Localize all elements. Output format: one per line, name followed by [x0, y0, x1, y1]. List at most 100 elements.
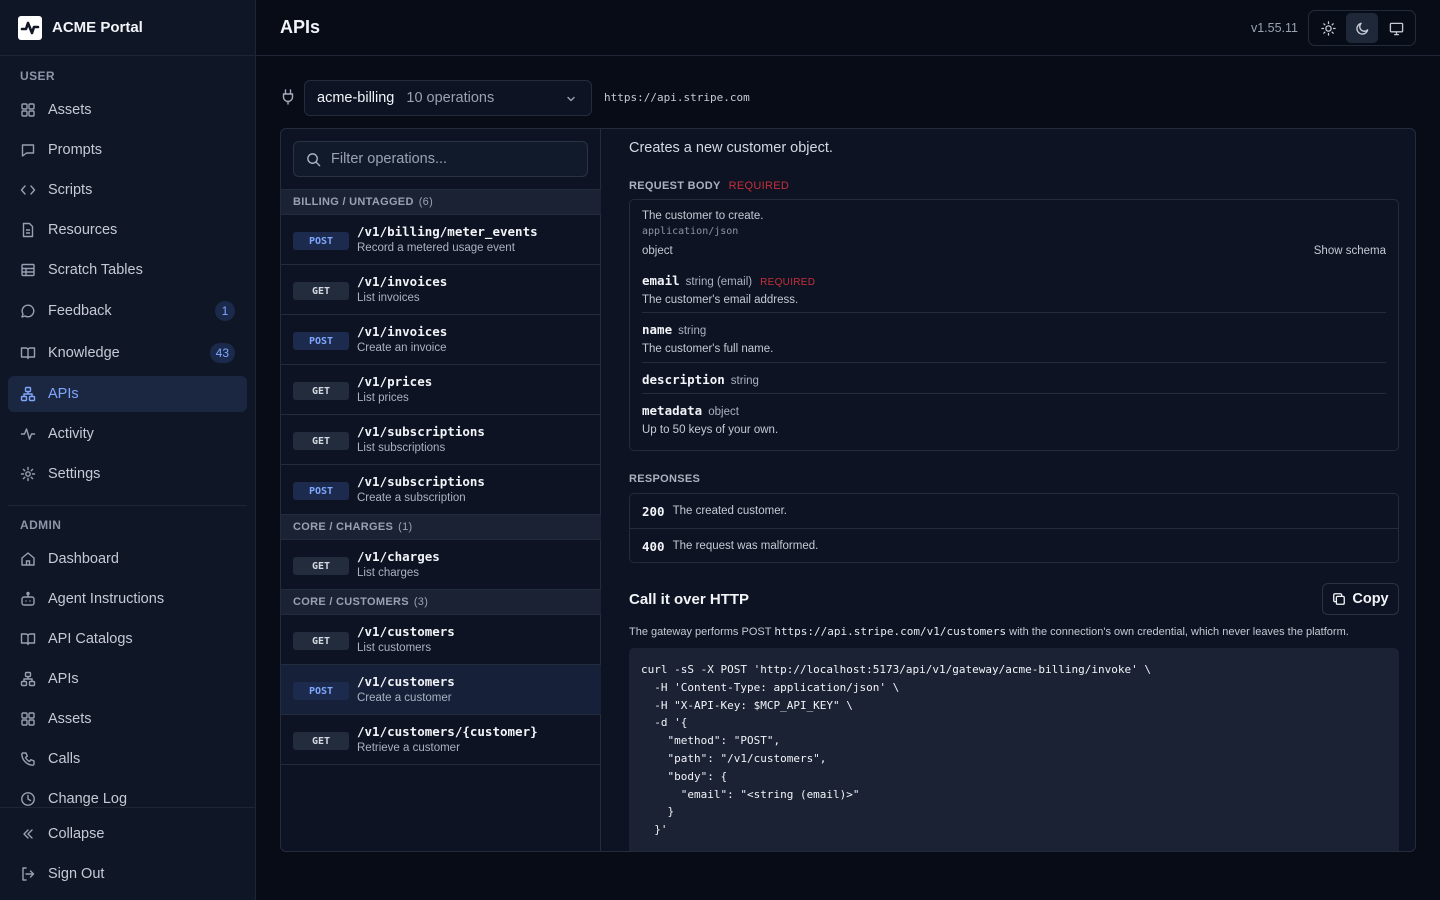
field-metadata: metadata object Up to 50 keys of your own… [642, 402, 1386, 436]
operation-row[interactable]: GET /v1/subscriptions List subscriptions [281, 415, 601, 465]
field-description: description string [642, 371, 1386, 389]
sidebar-item-scratch-tables[interactable]: Scratch Tables [8, 252, 247, 288]
curl-command: curl -sS -X POST 'http://localhost:5173/… [641, 663, 1151, 837]
sign-out-label: Sign Out [48, 866, 105, 882]
operation-row[interactable]: GET /v1/charges List charges [281, 540, 601, 590]
copy-button[interactable]: Copy [1322, 583, 1399, 615]
sun-icon [1320, 20, 1336, 36]
operation-row[interactable]: POST /v1/subscriptions Create a subscrip… [281, 465, 601, 515]
bot-icon [21, 591, 35, 606]
curl-code-block[interactable]: curl -sS -X POST 'http://localhost:5173/… [629, 648, 1399, 851]
operation-path: /v1/customers/{customer} [357, 724, 538, 739]
field-type: string (email) [685, 276, 753, 288]
sidebar-item-feedback[interactable]: Feedback 1 [8, 293, 247, 329]
method-badge: GET [293, 382, 349, 400]
sidebar-item-dashboard[interactable]: Dashboard [8, 541, 247, 577]
response-desc: The request was malformed. [672, 540, 819, 552]
sidebar-item-label: API Catalogs [48, 631, 133, 647]
message-icon [21, 144, 35, 157]
sidebar-item-label: Knowledge [48, 345, 120, 361]
sidebar-item-label: Prompts [48, 142, 102, 158]
field-name: metadata [642, 403, 703, 418]
operation-detail: Creates a new customer object. REQUEST B… [601, 129, 1415, 851]
base-url: https://api.stripe.com [604, 91, 750, 104]
sidebar-item-api-catalogs[interactable]: API Catalogs [8, 621, 247, 657]
operation-row[interactable]: GET /v1/invoices List invoices [281, 265, 601, 315]
brand[interactable]: ACME Portal [0, 0, 255, 56]
field-separator [642, 393, 1386, 394]
sidebar-item-settings[interactable]: Settings [8, 456, 247, 492]
method-badge: POST [293, 232, 349, 250]
show-schema-button[interactable]: Show schema [1314, 245, 1386, 257]
content-type: application/json [642, 226, 739, 237]
sidebar-item-resources[interactable]: Resources [8, 212, 247, 248]
collapse-button[interactable]: Collapse [8, 816, 247, 852]
group-header-charges[interactable]: CORE / CHARGES (1) [281, 514, 601, 540]
field-separator [642, 312, 1386, 313]
brand-name: ACME Portal [52, 19, 143, 36]
copy-icon [1333, 593, 1346, 605]
operation-row-selected[interactable]: POST /v1/customers Create a customer [281, 665, 601, 715]
system-theme-button[interactable] [1380, 13, 1412, 43]
api-select[interactable]: acme-billing 10 operations [304, 80, 592, 116]
light-theme-button[interactable] [1312, 13, 1344, 43]
operation-desc: List subscriptions [357, 442, 446, 454]
sidebar-item-apis[interactable]: APIs [8, 376, 247, 412]
http-section-title: Call it over HTTP [629, 591, 750, 608]
gear-icon [20, 466, 36, 482]
sidebar-item-assets[interactable]: Assets [8, 92, 247, 128]
sidebar-item-label: Scripts [48, 182, 93, 198]
network-icon [20, 386, 36, 402]
sidebar-item-label: Feedback [48, 303, 112, 319]
sidebar-item-label: Activity [48, 426, 94, 442]
sidebar-item-agent-instructions[interactable]: Agent Instructions [8, 581, 247, 617]
chat-icon [21, 304, 35, 318]
sidebar-item-prompts[interactable]: Prompts [8, 132, 247, 168]
sidebar-item-activity[interactable]: Activity [8, 416, 247, 452]
network-icon [20, 671, 36, 687]
operation-row[interactable]: GET /v1/customers List customers [281, 615, 601, 665]
sidebar-item-admin-apis[interactable]: APIs [8, 661, 247, 697]
group-count: (3) [413, 596, 429, 608]
method-badge: GET [293, 632, 349, 650]
version-label: v1.55.11 [1250, 20, 1298, 35]
copy-label: Copy [1352, 591, 1389, 607]
book-icon [20, 347, 36, 360]
feedback-count-badge: 1 [215, 301, 235, 321]
grid-icon [21, 103, 35, 117]
sidebar-item-label: Agent Instructions [48, 591, 165, 607]
operation-desc: List customers [357, 642, 432, 654]
method-badge: GET [293, 432, 349, 450]
operation-desc: Retrieve a customer [357, 742, 460, 754]
group-header-customers[interactable]: CORE / CUSTOMERS (3) [281, 589, 601, 615]
sidebar-item-scripts[interactable]: Scripts [8, 172, 247, 208]
sidebar-item-label: APIs [48, 671, 79, 687]
operation-path: /v1/customers [357, 674, 455, 689]
filter-box[interactable] [293, 141, 588, 177]
body-description: The customer to create. [642, 210, 764, 222]
plug-icon [282, 89, 294, 105]
field-name: description [642, 372, 725, 387]
operation-row[interactable]: GET /v1/prices List prices [281, 365, 601, 415]
gateway-note: The gateway performs POST https://api.st… [629, 625, 1349, 638]
responses-list: 200 The created customer. 400 The request … [629, 493, 1399, 563]
sign-out-button[interactable]: Sign Out [8, 856, 247, 892]
operation-path: /v1/invoices [357, 324, 448, 339]
chevron-down-icon [567, 96, 575, 102]
api-select-count: 10 operations [406, 90, 495, 106]
sidebar-item-admin-assets[interactable]: Assets [8, 701, 247, 737]
group-header-billing[interactable]: BILLING / UNTAGGED (6) [281, 189, 601, 215]
filter-operations-input[interactable] [331, 151, 571, 167]
operation-row[interactable]: POST /v1/invoices Create an invoice [281, 315, 601, 365]
operation-row[interactable]: POST /v1/billing/meter_events Record a m… [281, 215, 601, 265]
dark-theme-button[interactable] [1346, 13, 1378, 43]
sidebar-item-label: Assets [48, 102, 92, 118]
operation-row[interactable]: GET /v1/customers/{customer} Retrieve a … [281, 715, 601, 765]
request-body-schema: The customer to create. application/json… [629, 199, 1399, 451]
operation-desc: Create a subscription [357, 492, 466, 504]
operation-desc: List prices [357, 392, 409, 404]
operation-desc: Create a customer [357, 692, 452, 704]
nav-section-user: USER [20, 69, 55, 83]
sidebar-item-knowledge[interactable]: Knowledge 43 [8, 335, 247, 371]
sidebar-item-calls[interactable]: Calls [8, 741, 247, 777]
